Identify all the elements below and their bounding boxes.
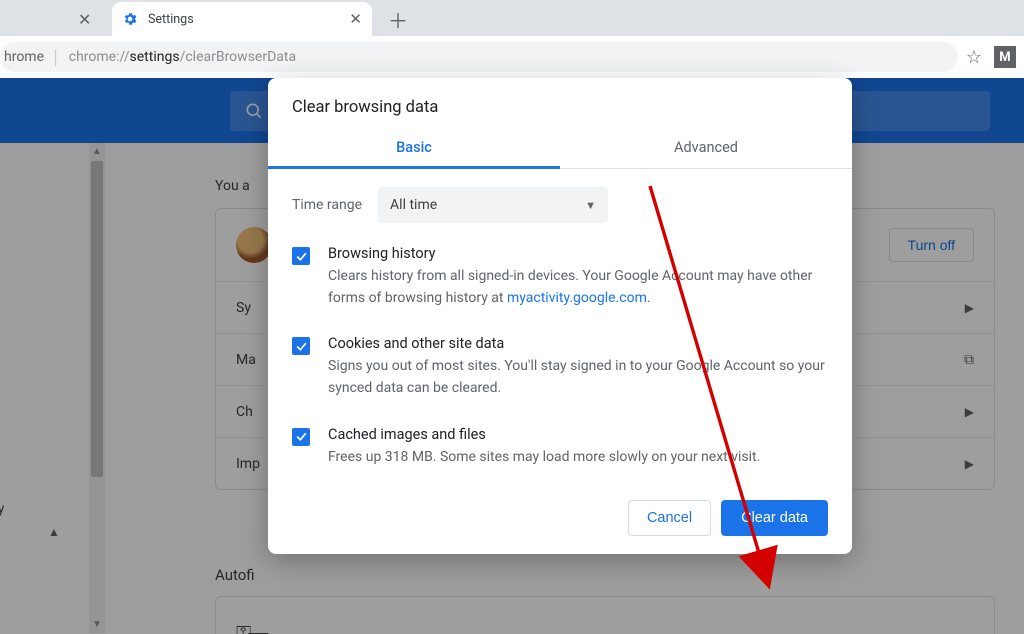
tab-title: Settings xyxy=(148,12,341,27)
time-range-select[interactable]: All time ▼ xyxy=(378,187,608,223)
option-description: Frees up 318 MB. Some sites may load mor… xyxy=(328,447,760,469)
close-icon[interactable]: ✕ xyxy=(78,10,91,29)
checkbox-cookies[interactable] xyxy=(292,337,310,355)
option-title: Cookies and other site data xyxy=(328,335,828,352)
option-description: Signs you out of most sites. You'll stay… xyxy=(328,356,828,399)
extension-icon[interactable]: M xyxy=(994,46,1016,68)
time-range-label: Time range xyxy=(292,197,362,213)
tab-basic[interactable]: Basic xyxy=(268,127,560,168)
tab-strip: ✕ Settings ✕ ＋ xyxy=(0,0,1024,36)
url-chip: hrome xyxy=(4,49,52,65)
close-icon[interactable]: ✕ xyxy=(349,10,362,28)
toolbar: hrome │ chrome://settings/clearBrowserDa… xyxy=(0,36,1024,78)
dialog-title: Clear browsing data xyxy=(268,98,852,127)
clear-browsing-data-dialog: Clear browsing data Basic Advanced Time … xyxy=(268,78,852,554)
option-title: Browsing history xyxy=(328,245,828,262)
cancel-button[interactable]: Cancel xyxy=(628,500,711,536)
clear-data-button[interactable]: Clear data xyxy=(721,500,828,536)
address-bar[interactable]: hrome │ chrome://settings/clearBrowserDa… xyxy=(0,42,958,72)
chevron-down-icon: ▼ xyxy=(585,199,596,212)
browser-tab-settings[interactable]: Settings ✕ xyxy=(112,2,372,36)
myactivity-link[interactable]: myactivity.google.com xyxy=(507,290,647,306)
new-tab-button[interactable]: ＋ xyxy=(384,5,412,33)
option-title: Cached images and files xyxy=(328,426,760,443)
option-description: Clears history from all signed-in device… xyxy=(328,266,828,309)
gear-icon xyxy=(122,11,138,27)
bookmark-star-icon[interactable]: ☆ xyxy=(966,47,982,68)
dialog-tabs: Basic Advanced xyxy=(268,127,852,169)
tab-advanced[interactable]: Advanced xyxy=(560,127,852,168)
checkbox-browsing-history[interactable] xyxy=(292,247,310,265)
checkbox-cache[interactable] xyxy=(292,428,310,446)
